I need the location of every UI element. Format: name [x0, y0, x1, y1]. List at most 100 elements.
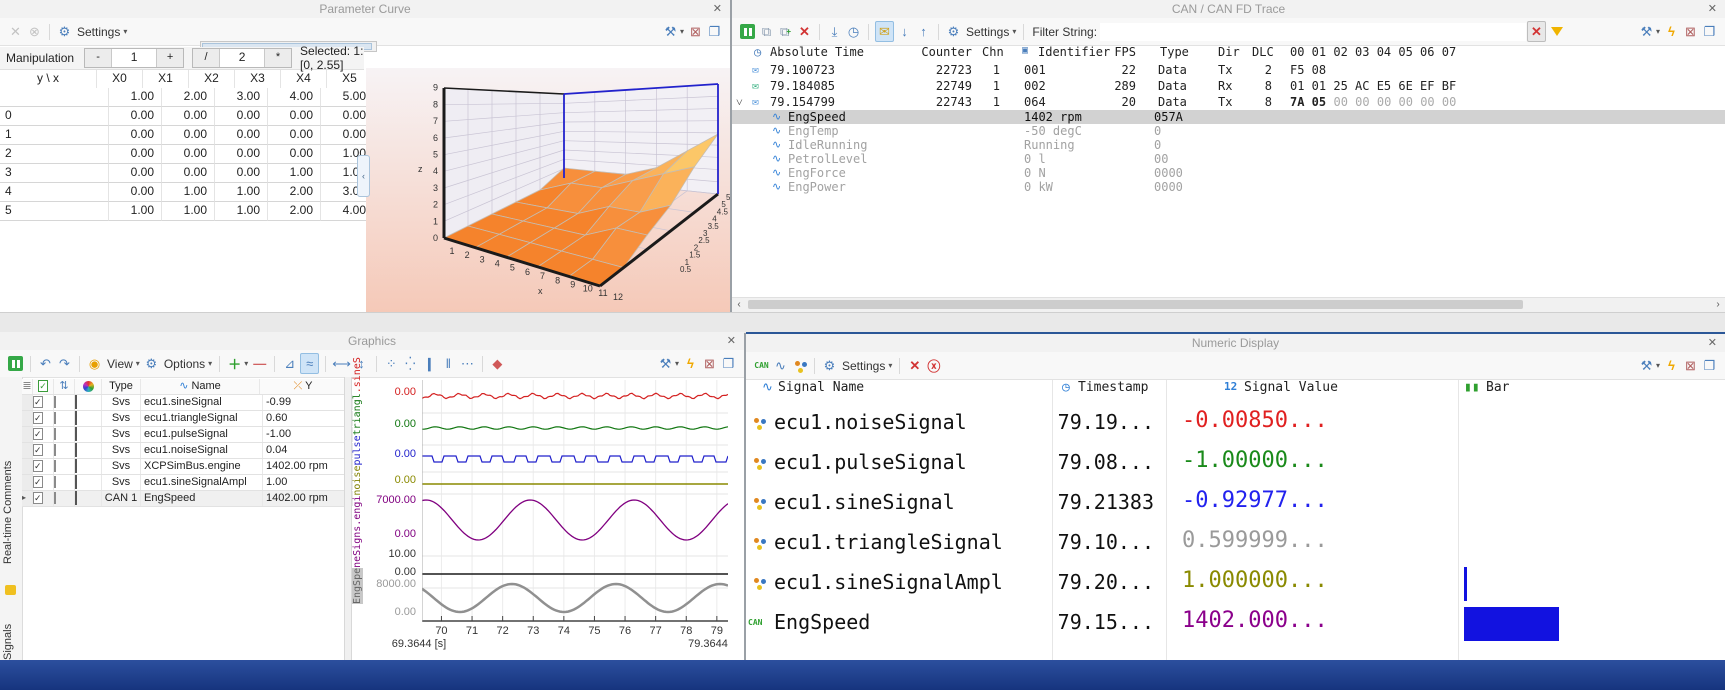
trace-cell[interactable]: Counter — [921, 45, 972, 59]
options-button[interactable]: Options — [164, 357, 205, 371]
numeric-row[interactable]: ecu1.triangleSignal79.10...0.599999... — [746, 524, 1725, 564]
trace-cell[interactable]: Dir — [1218, 45, 1240, 59]
signal-dots-icon[interactable] — [791, 356, 808, 375]
visible-checkbox[interactable]: ✓ — [33, 427, 54, 442]
signal-generator-icon[interactable]: ∿ — [772, 356, 789, 375]
wrench-icon[interactable]: ⚒ — [662, 22, 679, 41]
lightning-icon[interactable]: ϟ — [682, 354, 699, 373]
window-close-icon[interactable]: ⊠ — [1682, 22, 1699, 41]
table-cell[interactable]: 3.00 — [215, 88, 268, 107]
drag-handle[interactable] — [22, 475, 33, 490]
table-cell[interactable]: y \ x — [0, 70, 97, 88]
trace-cell[interactable]: 1402 rpm — [1024, 110, 1082, 124]
signal-name-header[interactable]: Signal Name — [778, 380, 864, 395]
trace-cell[interactable]: 1 — [993, 94, 1000, 110]
trace-cell[interactable]: 001 — [1024, 62, 1046, 78]
visible-checkbox[interactable]: ✓ — [33, 411, 54, 426]
tab-realtime-comments[interactable]: Real-time Comments — [2, 447, 20, 577]
chevron-down-icon[interactable]: ▾ — [208, 359, 212, 368]
drag-handle[interactable]: ▸ — [22, 491, 33, 506]
window-close-icon[interactable]: ⊠ — [1682, 356, 1699, 375]
single-marker-icon[interactable]: ❙ — [421, 354, 438, 373]
wrench-icon[interactable]: ⚒ — [1638, 22, 1655, 41]
legend-row[interactable]: ✓Svsecu1.noiseSignal0.04 — [22, 443, 344, 459]
parameter-table[interactable]: y \ xX0X1X2X3X4X51.002.003.004.005.006.0… — [0, 70, 366, 221]
table-cell[interactable]: X1 — [143, 70, 189, 88]
color-swatch[interactable] — [75, 475, 102, 490]
secondary-checkbox[interactable] — [54, 427, 75, 442]
remove-signal-icon[interactable]: — — [251, 354, 268, 373]
table-cell[interactable]: 0 — [0, 107, 109, 126]
table-cell[interactable]: 3 — [0, 164, 109, 183]
chevron-down-icon[interactable]: ▾ — [675, 359, 679, 368]
numeric-row[interactable]: ecu1.noiseSignal79.19...-0.00850... — [746, 404, 1725, 444]
copy-add-icon[interactable]: ⧉+ — [777, 22, 794, 41]
trace-cell[interactable]: 00 01 02 03 04 05 06 07 — [1290, 45, 1456, 59]
undo-icon[interactable]: ↶ — [37, 354, 54, 373]
trace-cell[interactable]: 0 — [1154, 138, 1161, 152]
trace-cell[interactable]: Running — [1024, 138, 1075, 152]
visible-checkbox[interactable]: ✓ — [33, 459, 54, 474]
trace-signal-row[interactable]: ∿EngForce0 N0000 — [732, 166, 1725, 180]
waveform-plot[interactable] — [422, 380, 728, 622]
detach-window-icon[interactable]: ❐ — [706, 22, 723, 41]
settings-button[interactable]: Settings — [966, 25, 1009, 39]
table-cell[interactable]: 0.00 — [215, 107, 268, 126]
remove-icon[interactable]: ✕ — [906, 356, 923, 375]
trace-cell[interactable]: 057A — [1154, 110, 1183, 124]
secondary-checkbox[interactable] — [54, 443, 75, 458]
numeric-row[interactable]: ecu1.pulseSignal79.08...-1.00000... — [746, 444, 1725, 484]
numeric-row[interactable]: ecu1.sineSignalAmpl79.20...1.000000... — [746, 564, 1725, 604]
trace-cell[interactable]: 00 — [1154, 152, 1168, 166]
copy-icon[interactable]: ⧉ — [758, 22, 775, 41]
trace-rows[interactable]: ✉79.10072322723100122DataTx2F5 08✉79.184… — [732, 62, 1725, 298]
detach-window-icon[interactable]: ❐ — [720, 354, 737, 373]
chevron-down-icon[interactable]: ▾ — [1012, 27, 1016, 36]
chevron-down-icon[interactable]: ▾ — [1656, 361, 1660, 370]
chevron-down-icon[interactable]: ▾ — [123, 27, 127, 36]
trace-cell[interactable]: PetrolLevel — [788, 152, 867, 166]
table-cell[interactable]: 0.00 — [268, 126, 321, 145]
trace-cell[interactable]: EngForce — [788, 166, 846, 180]
scroll-left-icon[interactable]: ‹ — [732, 298, 746, 311]
secondary-checkbox[interactable] — [54, 459, 75, 474]
table-cell[interactable]: 0.00 — [109, 145, 162, 164]
secondary-checkbox[interactable] — [54, 411, 75, 426]
factor-value[interactable]: 2 — [220, 49, 264, 67]
trace-cell[interactable]: 01 01 25 AC E5 6E EF BF — [1290, 78, 1456, 94]
trace-message-row[interactable]: ✉79.10072322723100122DataTx2F5 08 — [732, 62, 1725, 78]
scrollbar-thumb[interactable] — [748, 300, 1523, 309]
filter-clear-button[interactable]: ✕ — [1527, 21, 1546, 42]
trace-cell[interactable]: 7A 05 — [1290, 94, 1326, 110]
trace-cell[interactable]: 0000 — [1154, 180, 1183, 194]
table-cell[interactable]: 2 — [0, 145, 109, 164]
trace-cell[interactable]: 1 — [993, 78, 1000, 94]
table-cell[interactable]: 1.00 — [215, 202, 268, 221]
visible-all-checkbox[interactable]: ✓ — [33, 379, 54, 394]
table-cell[interactable]: 1.00 — [162, 183, 215, 202]
fit-horizontal-icon[interactable]: ⟷ — [332, 354, 351, 373]
fixed-anchor-icon[interactable]: ⤓ — [826, 22, 843, 41]
trace-cell[interactable]: Chn — [982, 45, 1004, 59]
drag-handle[interactable] — [22, 459, 33, 474]
secondary-checkbox[interactable] — [54, 395, 75, 410]
trace-cell[interactable]: Tx — [1218, 62, 1232, 78]
trace-cell[interactable]: 22 — [1122, 62, 1136, 78]
trace-cell[interactable]: 20 — [1122, 94, 1136, 110]
secondary-checkbox[interactable] — [54, 475, 75, 490]
redo-icon[interactable]: ↷ — [56, 354, 73, 373]
interleave-icon[interactable]: ⇅ — [54, 379, 75, 394]
table-cell[interactable]: 0.00 — [268, 107, 321, 126]
table-cell[interactable]: 2.00 — [268, 202, 321, 221]
trace-cell[interactable]: 8 — [1265, 78, 1272, 94]
table-cell[interactable]: 2.00 — [162, 88, 215, 107]
numeric-header[interactable]: ∿ Signal Name ◷ Timestamp 12 Signal Valu… — [746, 380, 1725, 402]
clear-icon[interactable]: ⊗ — [26, 22, 43, 41]
new-message-icon[interactable]: ✉ — [875, 21, 894, 42]
table-cell[interactable]: 0.00 — [268, 145, 321, 164]
trace-cell[interactable]: DLC — [1252, 45, 1274, 59]
table-cell[interactable]: 0.00 — [215, 164, 268, 183]
close-icon[interactable]: ✕ — [1708, 334, 1717, 352]
trace-cell[interactable]: Type — [1160, 45, 1189, 59]
can-filter-icon[interactable]: CAN — [753, 356, 770, 375]
